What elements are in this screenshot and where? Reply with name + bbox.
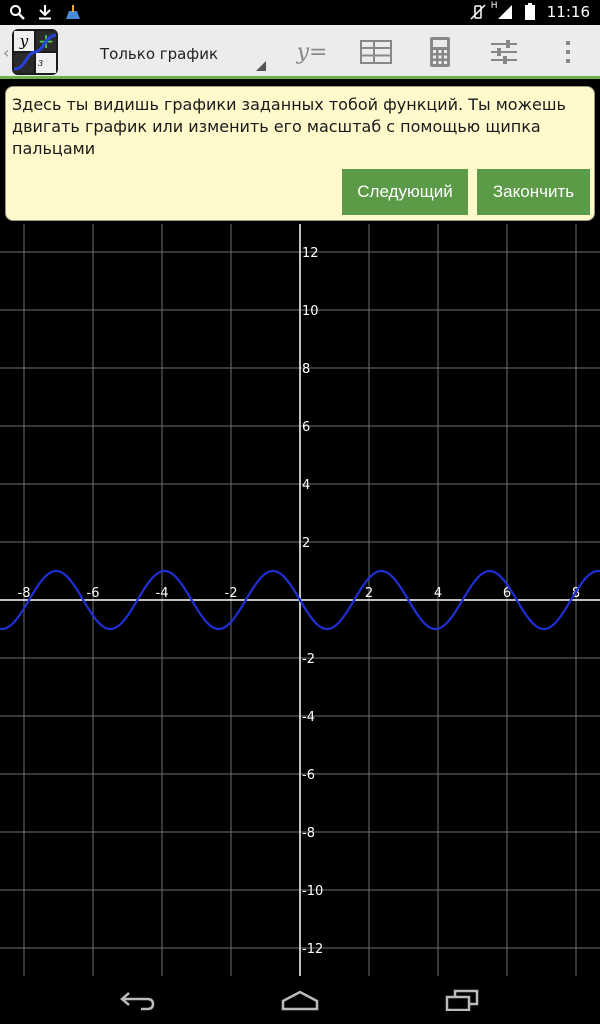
home-icon: [281, 990, 319, 1011]
x-tick-label: 2: [365, 586, 373, 601]
up-chevron-icon[interactable]: ‹: [3, 43, 9, 62]
overflow-menu-icon: [566, 41, 570, 63]
y-tick-label: 10: [302, 304, 319, 319]
settings-button[interactable]: [480, 29, 528, 75]
search-icon: [8, 3, 26, 21]
recent-apps-button[interactable]: [432, 986, 492, 1014]
x-tick-label: -4: [156, 586, 169, 601]
overflow-menu-button[interactable]: [544, 29, 592, 75]
functions-button[interactable]: y=: [288, 29, 336, 75]
status-bar: H 11:16: [0, 0, 600, 25]
y-tick-label: 4: [302, 478, 310, 493]
graph-canvas[interactable]: -8 -6 -4 -2 2 4 6 812108642-2-4-6-8-10-12: [0, 224, 600, 976]
settings-sliders-icon: [491, 40, 517, 64]
signal-icon: H: [491, 1, 513, 21]
calculator-icon: [430, 37, 450, 67]
y-tick-label: 8: [302, 362, 310, 377]
back-icon: [120, 992, 155, 1011]
table-button[interactable]: [352, 29, 400, 75]
y-tick-label: 2: [302, 536, 310, 551]
y-tick-label: 12: [302, 246, 319, 261]
vibrate-icon: [469, 3, 487, 21]
next-button[interactable]: Следующий: [342, 169, 468, 215]
x-tick-label: 4: [434, 586, 442, 601]
battery-icon: [521, 3, 539, 21]
finish-button[interactable]: Закончить: [477, 169, 590, 215]
navigation-bar: [0, 976, 600, 1024]
y-tick-label: -8: [302, 826, 315, 841]
clock: 11:16: [546, 3, 590, 21]
logo-curve-icon: [13, 33, 57, 71]
y-tick-label: -6: [302, 768, 315, 783]
spinner-arrow-icon: [256, 61, 266, 71]
tutorial-text: Здесь ты видишь графики заданных тобой ф…: [12, 95, 566, 158]
y-tick-label: -10: [302, 884, 323, 899]
x-tick-label: -2: [225, 586, 238, 601]
y-tick-label: 6: [302, 420, 310, 435]
x-tick-label: -6: [87, 586, 100, 601]
home-button[interactable]: [270, 986, 330, 1014]
action-bar: ‹ y + 3 Только график y=: [0, 25, 600, 79]
app-logo[interactable]: y + 3: [12, 29, 58, 75]
graph-area[interactable]: -8 -6 -4 -2 2 4 6 8 12 10 8 6 4 2 -2 -4 -6 -8 -10 -12: [0, 224, 600, 976]
y-equals-icon: y=: [296, 39, 328, 65]
back-button[interactable]: [108, 986, 168, 1014]
y-tick-label: -2: [302, 652, 315, 667]
view-mode-spinner[interactable]: Только график: [88, 33, 270, 75]
table-icon: [360, 40, 392, 64]
clean-icon: [64, 3, 82, 21]
calculator-button[interactable]: [416, 29, 464, 75]
view-mode-label: Только график: [100, 45, 219, 63]
download-icon: [36, 3, 54, 21]
y-tick-label: -12: [302, 942, 323, 957]
recent-apps-icon: [445, 989, 479, 1011]
y-tick-label: -4: [302, 710, 315, 725]
network-type: H: [490, 1, 498, 11]
tutorial-card: Здесь ты видишь графики заданных тобой ф…: [5, 86, 595, 221]
